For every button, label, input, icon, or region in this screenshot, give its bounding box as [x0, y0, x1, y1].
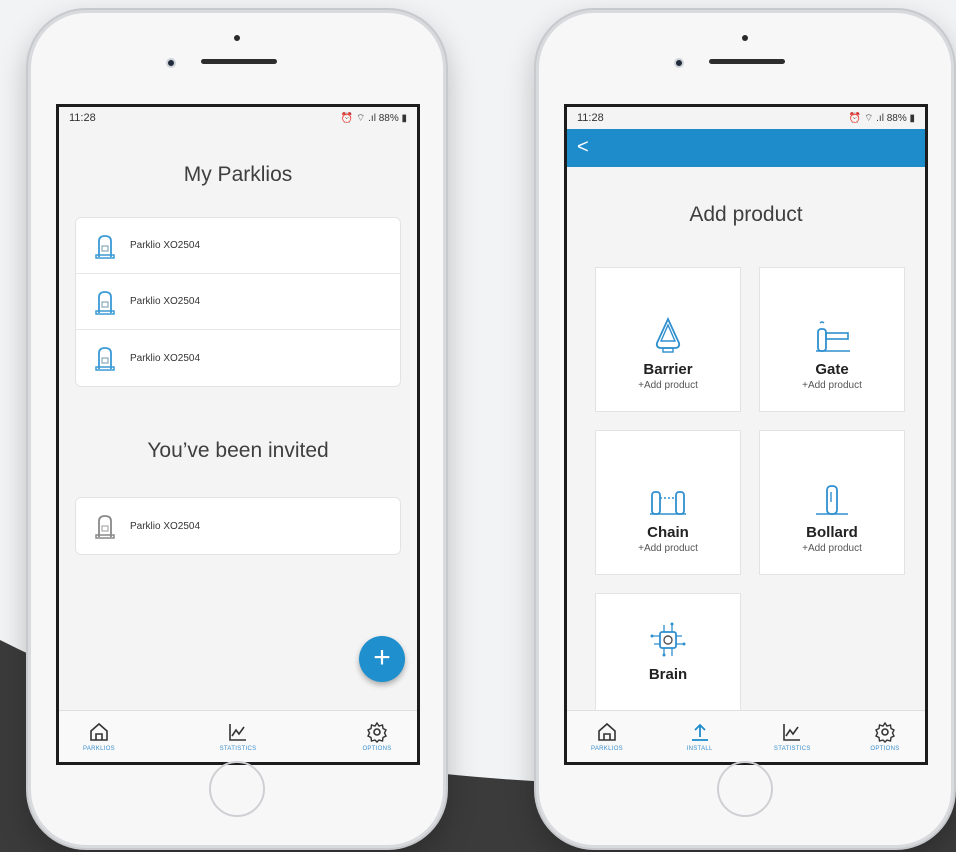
- screen-add-product: 11:28 ⏰ ⌔ .ıl 88% ▮ < Add product Barrie…: [564, 104, 928, 765]
- parklio-icon: [95, 234, 115, 259]
- sensor-dot: [742, 35, 748, 41]
- tab-label: PARKLIOS: [591, 746, 623, 752]
- home-icon: [598, 722, 616, 741]
- add-product-link[interactable]: +Add product: [802, 543, 862, 554]
- list-item[interactable]: Parklio XO2504: [76, 218, 400, 274]
- status-time: 11:28: [69, 112, 96, 124]
- list-item[interactable]: Parklio XO2504: [76, 498, 400, 554]
- parklio-name: Parklio XO2504: [130, 520, 201, 532]
- tab-options[interactable]: OPTIONS: [855, 721, 915, 752]
- status-time: 11:28: [577, 112, 604, 124]
- tab-bar: PARKLIOS STATISTICS OPTIONS: [59, 710, 417, 762]
- tab-bar: PARKLIOS INSTALL STATISTICS OPTIONS: [567, 710, 925, 762]
- tab-label: INSTALL: [686, 746, 713, 752]
- tab-parklios[interactable]: PARKLIOS: [577, 721, 637, 752]
- screen-my-parklios: 11:28 ⏰ ⌔ .ıl 88% ▮ My Parklios Parklio …: [56, 104, 420, 765]
- invited-list: Parklio XO2504: [75, 497, 401, 555]
- chart-icon: [783, 724, 801, 741]
- tab-label: STATISTICS: [219, 746, 257, 752]
- home-icon: [90, 722, 108, 741]
- product-tile-bollard[interactable]: Bollard +Add product: [759, 430, 905, 575]
- list-item[interactable]: Parklio XO2504: [76, 330, 400, 386]
- status-bar: 11:28 ⏰ ⌔ .ıl 88% ▮: [59, 107, 417, 129]
- tab-label: STATISTICS: [773, 746, 811, 752]
- tab-install[interactable]: INSTALL: [670, 721, 730, 752]
- page-title: My Parklios: [183, 163, 293, 186]
- product-grid: Barrier +Add product Gate +Add product C…: [595, 267, 925, 738]
- tab-label: OPTIONS: [362, 746, 392, 752]
- parklio-icon: [95, 347, 115, 371]
- invited-title: You’ve been invited: [147, 439, 329, 462]
- product-tile-barrier[interactable]: Barrier +Add product: [595, 267, 741, 412]
- parklio-name: Parklio XO2504: [130, 296, 201, 307]
- tab-statistics[interactable]: STATISTICS: [208, 721, 268, 752]
- brain-icon: [650, 622, 686, 657]
- tab-parklios[interactable]: PARKLIOS: [69, 721, 129, 752]
- speaker: [201, 59, 277, 64]
- status-icons: ⏰ ⌔ .ıl 88% ▮: [340, 112, 407, 124]
- chain-icon: [650, 491, 686, 515]
- gate-icon: [816, 321, 850, 352]
- upload-icon: [691, 723, 708, 741]
- tab-label: PARKLIOS: [83, 746, 115, 752]
- camera: [674, 58, 684, 68]
- product-name: Bollard: [806, 524, 858, 541]
- tab-statistics[interactable]: STATISTICS: [762, 721, 822, 752]
- add-product-link[interactable]: +Add product: [638, 380, 698, 391]
- parklio-name: Parklio XO2504: [130, 352, 201, 364]
- status-icons: ⏰ ⌔ .ıl 88% ▮: [848, 112, 915, 124]
- product-tile-chain[interactable]: Chain +Add product: [595, 430, 741, 575]
- list-item[interactable]: Parklio XO2504: [76, 274, 400, 330]
- tab-label: OPTIONS: [870, 746, 900, 752]
- add-button[interactable]: +: [359, 636, 405, 682]
- app-bar: <: [567, 129, 925, 167]
- parklio-icon: [95, 290, 115, 315]
- sensor-dot: [234, 35, 240, 41]
- home-button[interactable]: [717, 761, 773, 817]
- parklio-list: Parklio XO2504 Parklio XO2504 Parklio XO…: [75, 217, 401, 387]
- barrier-icon: [655, 316, 681, 353]
- gear-icon: [367, 721, 387, 743]
- product-name: Brain: [648, 666, 688, 683]
- add-product-link[interactable]: +Add product: [638, 543, 698, 554]
- product-tile-gate[interactable]: Gate +Add product: [759, 267, 905, 412]
- home-button[interactable]: [209, 761, 265, 817]
- add-product-link[interactable]: +Add product: [802, 380, 862, 391]
- product-name: Gate: [815, 361, 849, 378]
- bollard-icon: [816, 485, 848, 515]
- product-name: Barrier: [643, 361, 693, 378]
- phone-left: 11:28 ⏰ ⌔ .ıl 88% ▮ My Parklios Parklio …: [28, 10, 446, 848]
- speaker: [709, 59, 785, 64]
- camera: [166, 58, 176, 68]
- parklio-name: Parklio XO2504: [130, 240, 201, 251]
- status-bar: 11:28 ⏰ ⌔ .ıl 88% ▮: [567, 107, 925, 129]
- tab-options[interactable]: OPTIONS: [347, 721, 407, 752]
- product-name: Chain: [647, 524, 689, 541]
- chart-icon: [229, 724, 246, 741]
- page-title: Add product: [689, 203, 803, 226]
- phone-right: 11:28 ⏰ ⌔ .ıl 88% ▮ < Add product Barrie…: [536, 10, 954, 848]
- gear-icon: [875, 721, 895, 743]
- back-button[interactable]: <: [577, 136, 589, 158]
- parklio-icon: [95, 515, 115, 539]
